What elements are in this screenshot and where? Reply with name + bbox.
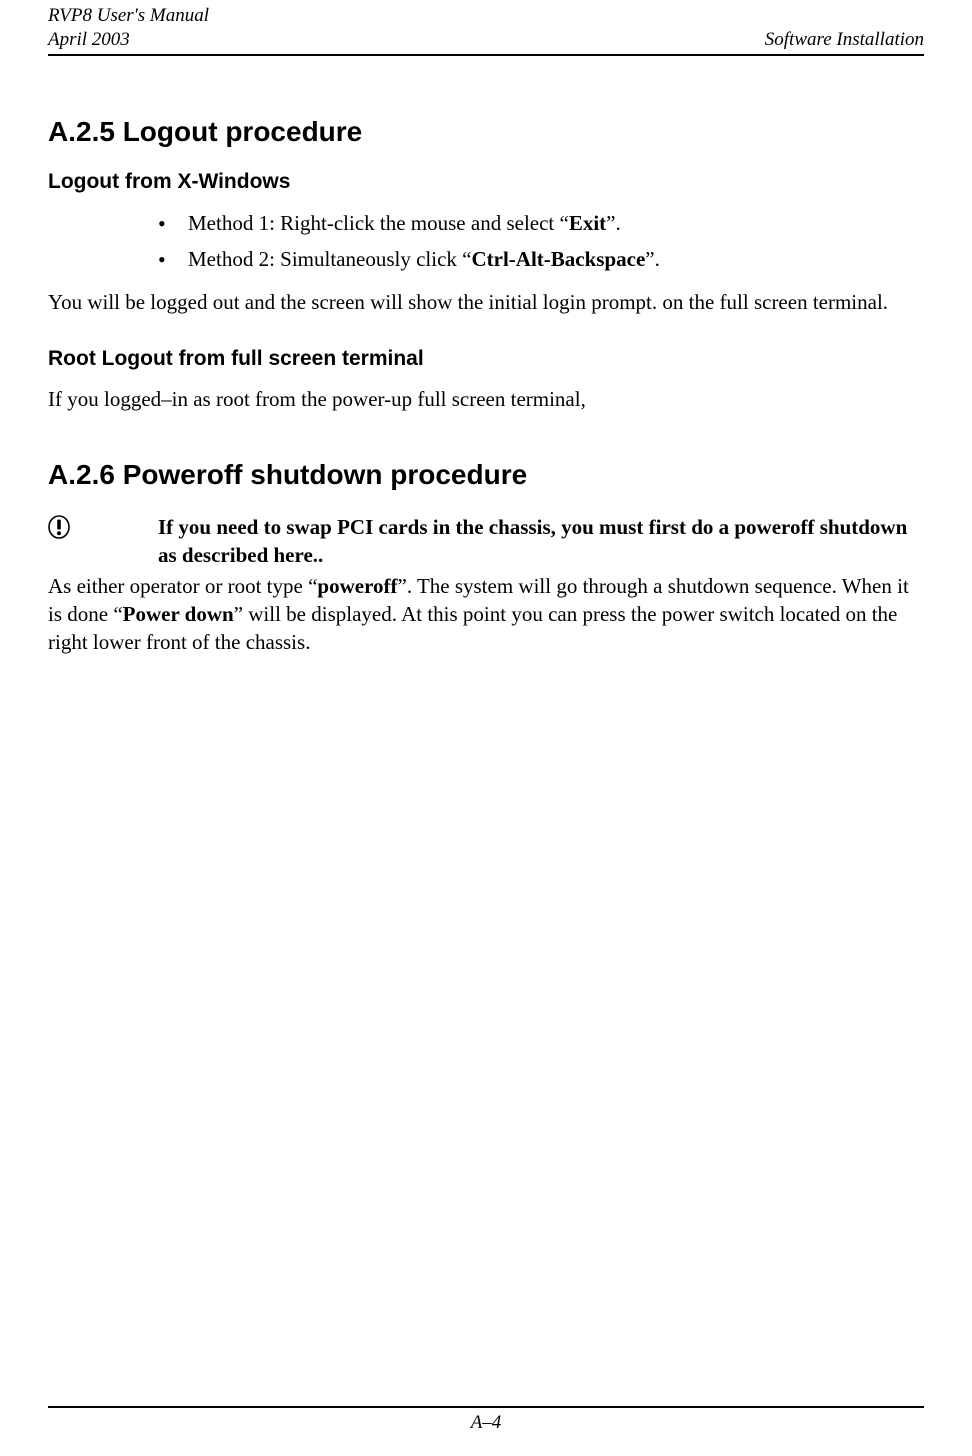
caution-icon	[48, 513, 158, 539]
bold-text: Power down	[123, 602, 234, 626]
page: RVP8 User's Manual April 2003 Software I…	[0, 0, 972, 1456]
subheading-logout-x: Logout from X-Windows	[48, 170, 924, 194]
paragraph: If you logged–in as root from the power-…	[48, 385, 924, 413]
text: Method 1: Right-click the mouse and sele…	[188, 211, 569, 235]
list-item: Method 1: Right-click the mouse and sele…	[158, 208, 924, 238]
text: Method 2: Simultaneously click “	[188, 247, 471, 271]
text: ”.	[606, 211, 621, 235]
header-left: RVP8 User's Manual April 2003	[48, 4, 209, 52]
page-header: RVP8 User's Manual April 2003 Software I…	[48, 0, 924, 56]
header-date: April 2003	[48, 29, 130, 50]
header-right: Software Installation	[765, 28, 924, 52]
bold-text: poweroff	[317, 574, 397, 598]
page-footer: A–4	[48, 1406, 924, 1434]
content: A.2.5 Logout procedure Logout from X-Win…	[48, 56, 924, 657]
subheading-root-logout: Root Logout from full screen terminal	[48, 347, 924, 371]
bold-text: Exit	[569, 211, 606, 235]
text: As either operator or root type “	[48, 574, 317, 598]
note-row: If you need to swap PCI cards in the cha…	[48, 513, 924, 570]
note-text: If you need to swap PCI cards in the cha…	[158, 513, 924, 570]
paragraph: As either operator or root type “powerof…	[48, 572, 924, 657]
heading-a26: A.2.6 Poweroff shutdown procedure	[48, 459, 924, 491]
bold-text: Ctrl-Alt-Backspace	[471, 247, 645, 271]
heading-a25: A.2.5 Logout procedure	[48, 116, 924, 148]
paragraph: You will be logged out and the screen wi…	[48, 288, 924, 316]
list-item: Method 2: Simultaneously click “Ctrl-Alt…	[158, 244, 924, 274]
header-title: RVP8 User's Manual	[48, 5, 209, 26]
bullet-list: Method 1: Right-click the mouse and sele…	[48, 208, 924, 275]
page-number: A–4	[471, 1412, 502, 1433]
text: ”.	[645, 247, 660, 271]
